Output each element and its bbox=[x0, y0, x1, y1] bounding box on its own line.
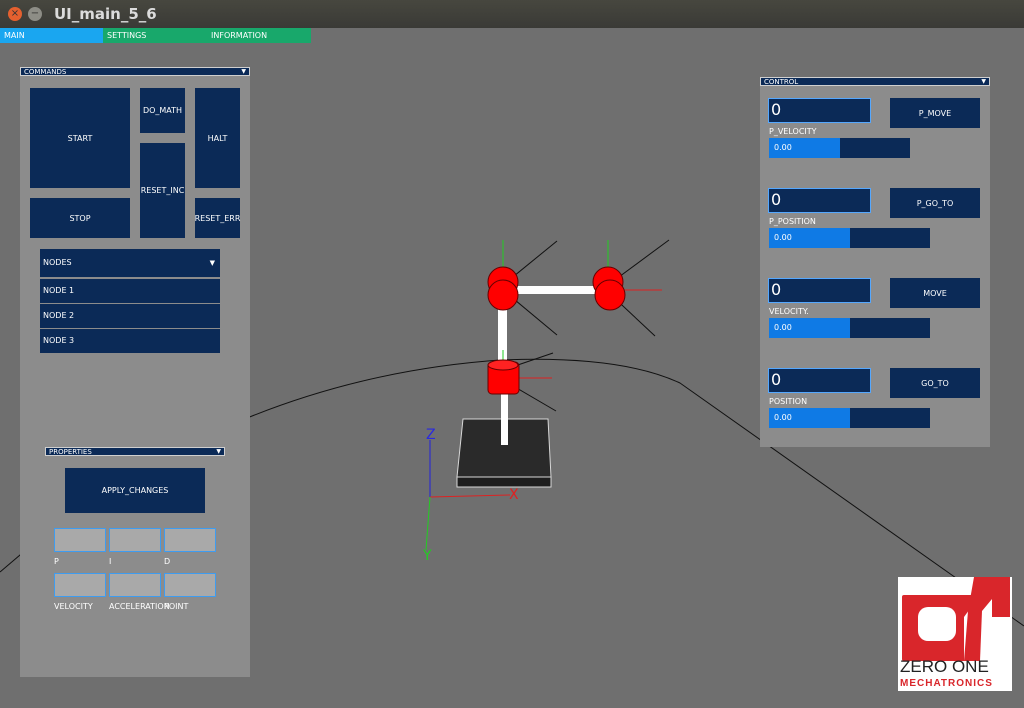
p-go-to-button[interactable]: P_GO_TO bbox=[890, 188, 980, 218]
position-field[interactable]: 0 bbox=[768, 368, 871, 393]
acceleration-label: ACCELERATION bbox=[109, 602, 170, 611]
close-window-icon[interactable]: × bbox=[8, 7, 22, 21]
robot-joint-3[interactable] bbox=[487, 359, 520, 395]
x-axis-label: X bbox=[509, 487, 519, 503]
reset-inc-button[interactable]: RESET_INC bbox=[140, 143, 185, 238]
nodes-dropdown[interactable]: NODES ▼ bbox=[40, 249, 220, 277]
control-panel: CONTROL ▼ 0 P_MOVE P_VELOCITY 0.00 0 P_G… bbox=[760, 77, 990, 447]
p-position-slider[interactable]: 0.00 bbox=[769, 228, 930, 248]
velocity-label: VELOCITY. bbox=[769, 307, 809, 316]
collapse-triangle-icon[interactable]: ▼ bbox=[981, 78, 986, 86]
move-button[interactable]: MOVE bbox=[890, 278, 980, 308]
logo-line2: MECHATRONICS bbox=[900, 678, 993, 689]
commands-panel-header[interactable]: COMMANDS ▼ bbox=[20, 67, 250, 76]
zero-one-logo-icon bbox=[902, 577, 1010, 661]
tab-settings[interactable]: SETTINGS bbox=[103, 28, 207, 43]
control-panel-title: CONTROL bbox=[764, 78, 799, 86]
y-axis-line bbox=[425, 496, 431, 551]
position-slider[interactable]: 0.00 bbox=[769, 408, 930, 428]
dropdown-arrow-icon: ▼ bbox=[209, 259, 215, 267]
robot-joint-2[interactable] bbox=[487, 266, 519, 311]
i-gain-input[interactable] bbox=[109, 528, 161, 552]
nodes-list-item-1[interactable]: NODE 1 bbox=[40, 279, 220, 303]
tab-main[interactable]: MAIN bbox=[0, 28, 103, 43]
properties-panel: PROPERTIES ▼ APPLY_CHANGES P I D VELOCIT… bbox=[45, 447, 225, 627]
nodes-list-item-2[interactable]: NODE 2 bbox=[40, 304, 220, 328]
apply-changes-button[interactable]: APPLY_CHANGES bbox=[65, 468, 205, 513]
y-axis-label: Y bbox=[422, 548, 432, 564]
window-titlebar: × − UI_main_5_6 bbox=[0, 0, 1024, 28]
control-panel-header[interactable]: CONTROL ▼ bbox=[760, 77, 990, 86]
robot-joint-1[interactable] bbox=[592, 266, 626, 311]
halt-button[interactable]: HALT bbox=[195, 88, 240, 188]
do-math-button[interactable]: DO_MATH bbox=[140, 88, 185, 133]
slider-value: 0.00 bbox=[774, 323, 792, 332]
velocity-input[interactable] bbox=[54, 573, 106, 597]
point-label: POINT bbox=[164, 602, 189, 611]
x-axis-line bbox=[429, 494, 511, 498]
point-input[interactable] bbox=[164, 573, 216, 597]
slider-value: 0.00 bbox=[774, 233, 792, 242]
position-label: POSITION bbox=[769, 397, 808, 406]
properties-panel-header[interactable]: PROPERTIES ▼ bbox=[45, 447, 225, 456]
acceleration-input[interactable] bbox=[109, 573, 161, 597]
reset-err-button[interactable]: RESET_ERR bbox=[195, 198, 240, 238]
window-title: UI_main_5_6 bbox=[54, 5, 157, 23]
p-move-button[interactable]: P_MOVE bbox=[890, 98, 980, 128]
minimize-window-icon[interactable]: − bbox=[28, 7, 42, 21]
p-velocity-label: P_VELOCITY bbox=[769, 127, 817, 136]
stop-button[interactable]: STOP bbox=[30, 198, 130, 238]
p-gain-input[interactable] bbox=[54, 528, 106, 552]
go-to-button[interactable]: GO_TO bbox=[890, 368, 980, 398]
nodes-list-item-3[interactable]: NODE 3 bbox=[40, 329, 220, 353]
properties-panel-title: PROPERTIES bbox=[49, 448, 92, 456]
logo-line1: ZERO ONE bbox=[900, 657, 989, 676]
collapse-triangle-icon[interactable]: ▼ bbox=[216, 448, 221, 456]
velocity-field[interactable]: 0 bbox=[768, 278, 871, 303]
start-button[interactable]: START bbox=[30, 88, 130, 188]
p-velocity-field[interactable]: 0 bbox=[768, 98, 871, 123]
company-logo: ZERO ONE MECHATRONICS bbox=[898, 577, 1012, 691]
nodes-dropdown-label: NODES bbox=[43, 258, 72, 267]
velocity-slider[interactable]: 0.00 bbox=[769, 318, 930, 338]
d-gain-input[interactable] bbox=[164, 528, 216, 552]
joint-frames bbox=[502, 239, 670, 412]
tab-information[interactable]: INFORMATION bbox=[207, 28, 311, 43]
i-gain-label: I bbox=[109, 557, 112, 566]
p-position-field[interactable]: 0 bbox=[768, 188, 871, 213]
commands-panel-title: COMMANDS bbox=[24, 68, 67, 76]
slider-value: 0.00 bbox=[774, 143, 792, 152]
p-position-label: P_POSITION bbox=[769, 217, 816, 226]
p-gain-label: P bbox=[54, 557, 59, 566]
p-velocity-slider[interactable]: 0.00 bbox=[769, 138, 910, 158]
slider-value: 0.00 bbox=[774, 413, 792, 422]
collapse-triangle-icon[interactable]: ▼ bbox=[241, 68, 246, 76]
velocity-label: VELOCITY bbox=[54, 602, 93, 611]
d-gain-label: D bbox=[164, 557, 171, 566]
z-axis-label: Z bbox=[426, 427, 436, 443]
